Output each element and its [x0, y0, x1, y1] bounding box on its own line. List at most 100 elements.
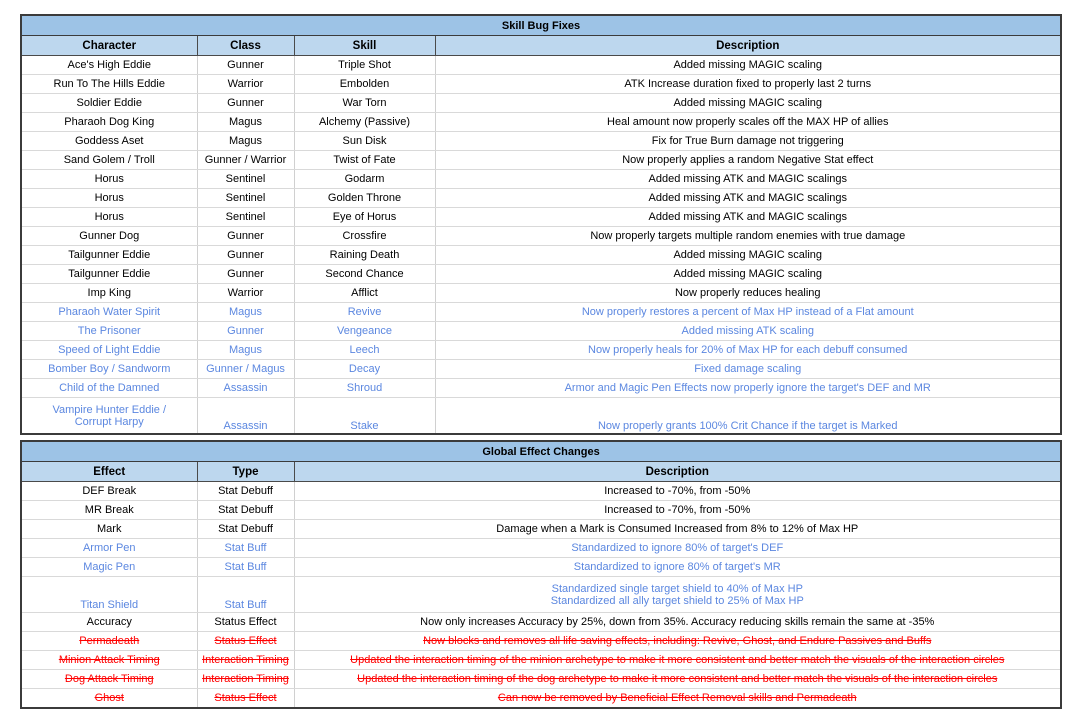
column-header-character[interactable]: Character	[22, 35, 198, 56]
cell-type[interactable]: Stat Buff	[196, 538, 295, 558]
cell-skill[interactable]: Embolden	[293, 74, 436, 94]
cell-description[interactable]: Standardized to ignore 80% of target's D…	[293, 538, 1061, 558]
cell-description[interactable]: Now properly applies a random Negative S…	[434, 150, 1060, 170]
cell-character[interactable]: The Prisoner	[22, 321, 198, 341]
cell-skill[interactable]: Eye of Horus	[293, 207, 436, 227]
cell-class[interactable]: Magus	[196, 340, 295, 360]
column-header-effect[interactable]: Effect	[22, 461, 198, 482]
cell-class[interactable]: Gunner / Magus	[196, 359, 295, 379]
cell-class[interactable]: Gunner / Warrior	[196, 150, 295, 170]
cell-description[interactable]: Now properly reduces healing	[434, 283, 1060, 303]
cell-description[interactable]: Now properly grants 100% Crit Chance if …	[434, 397, 1060, 433]
cell-character[interactable]: Horus	[22, 169, 198, 189]
cell-type[interactable]: Status Effect	[196, 688, 295, 707]
cell-class[interactable]: Gunner	[196, 264, 295, 284]
cell-skill[interactable]: War Torn	[293, 93, 436, 113]
cell-class[interactable]: Sentinel	[196, 169, 295, 189]
cell-character[interactable]: Ace's High Eddie	[22, 55, 198, 75]
cell-description[interactable]: Added missing MAGIC scaling	[434, 93, 1060, 113]
cell-description[interactable]: Added missing MAGIC scaling	[434, 245, 1060, 265]
cell-skill[interactable]: Afflict	[293, 283, 436, 303]
cell-character[interactable]: Bomber Boy / Sandworm	[22, 359, 198, 379]
cell-effect[interactable]: Accuracy	[22, 612, 198, 632]
cell-description[interactable]: Can now be removed by Beneficial Effect …	[293, 688, 1061, 707]
cell-description[interactable]: Now only increases Accuracy by 25%, down…	[293, 612, 1061, 632]
column-header-type[interactable]: Type	[196, 461, 295, 482]
cell-class[interactable]: Gunner	[196, 321, 295, 341]
cell-skill[interactable]: Raining Death	[293, 245, 436, 265]
cell-class[interactable]: Sentinel	[196, 207, 295, 227]
cell-class[interactable]: Warrior	[196, 74, 295, 94]
cell-skill[interactable]: Triple Shot	[293, 55, 436, 75]
cell-skill[interactable]: Leech	[293, 340, 436, 360]
cell-class[interactable]: Magus	[196, 302, 295, 322]
cell-description[interactable]: Now properly heals for 20% of Max HP for…	[434, 340, 1060, 360]
cell-character[interactable]: Sand Golem / Troll	[22, 150, 198, 170]
cell-type[interactable]: Status Effect	[196, 631, 295, 651]
cell-description[interactable]: Added missing ATK and MAGIC scalings	[434, 188, 1060, 208]
cell-character[interactable]: Vampire Hunter Eddie / Corrupt Harpy	[22, 397, 198, 433]
cell-description[interactable]: Increased to -70%, from -50%	[293, 481, 1061, 501]
cell-character[interactable]: Speed of Light Eddie	[22, 340, 198, 360]
column-header-description[interactable]: Description	[293, 461, 1061, 482]
cell-character[interactable]: Horus	[22, 188, 198, 208]
cell-effect[interactable]: Permadeath	[22, 631, 198, 651]
cell-type[interactable]: Stat Debuff	[196, 500, 295, 520]
cell-class[interactable]: Gunner	[196, 245, 295, 265]
cell-description[interactable]: Updated the interaction timing of the mi…	[293, 650, 1061, 670]
cell-type[interactable]: Stat Buff	[196, 557, 295, 577]
cell-effect[interactable]: Armor Pen	[22, 538, 198, 558]
cell-type[interactable]: Stat Buff	[196, 576, 295, 613]
cell-effect[interactable]: MR Break	[22, 500, 198, 520]
cell-effect[interactable]: Titan Shield	[22, 576, 198, 613]
cell-description[interactable]: Increased to -70%, from -50%	[293, 500, 1061, 520]
cell-class[interactable]: Assassin	[196, 378, 295, 398]
cell-description[interactable]: Fix for True Burn damage not triggering	[434, 131, 1060, 151]
cell-character[interactable]: Gunner Dog	[22, 226, 198, 246]
cell-skill[interactable]: Twist of Fate	[293, 150, 436, 170]
cell-character[interactable]: Pharaoh Dog King	[22, 112, 198, 132]
cell-description[interactable]: ATK Increase duration fixed to properly …	[434, 74, 1060, 94]
cell-class[interactable]: Warrior	[196, 283, 295, 303]
cell-skill[interactable]: Stake	[293, 397, 436, 433]
cell-description[interactable]: Damage when a Mark is Consumed Increased…	[293, 519, 1061, 539]
cell-effect[interactable]: Dog Attack Timing	[22, 669, 198, 689]
cell-effect[interactable]: Mark	[22, 519, 198, 539]
cell-description[interactable]: Armor and Magic Pen Effects now properly…	[434, 378, 1060, 398]
cell-character[interactable]: Horus	[22, 207, 198, 227]
cell-character[interactable]: Soldier Eddie	[22, 93, 198, 113]
cell-description[interactable]: Added missing MAGIC scaling	[434, 55, 1060, 75]
cell-skill[interactable]: Second Chance	[293, 264, 436, 284]
cell-character[interactable]: Goddess Aset	[22, 131, 198, 151]
cell-type[interactable]: Stat Debuff	[196, 519, 295, 539]
cell-description[interactable]: Added missing ATK and MAGIC scalings	[434, 169, 1060, 189]
cell-description[interactable]: Standardized to ignore 80% of target's M…	[293, 557, 1061, 577]
cell-type[interactable]: Stat Debuff	[196, 481, 295, 501]
cell-description[interactable]: Now properly restores a percent of Max H…	[434, 302, 1060, 322]
cell-character[interactable]: Imp King	[22, 283, 198, 303]
cell-class[interactable]: Gunner	[196, 55, 295, 75]
cell-effect[interactable]: DEF Break	[22, 481, 198, 501]
cell-description[interactable]: Heal amount now properly scales off the …	[434, 112, 1060, 132]
cell-character[interactable]: Tailgunner Eddie	[22, 245, 198, 265]
cell-skill[interactable]: Crossfire	[293, 226, 436, 246]
cell-skill[interactable]: Vengeance	[293, 321, 436, 341]
cell-class[interactable]: Magus	[196, 112, 295, 132]
cell-type[interactable]: Interaction Timing	[196, 669, 295, 689]
cell-description[interactable]: Now blocks and removes all life saving e…	[293, 631, 1061, 651]
cell-character[interactable]: Child of the Damned	[22, 378, 198, 398]
cell-class[interactable]: Assassin	[196, 397, 295, 433]
cell-class[interactable]: Magus	[196, 131, 295, 151]
cell-skill[interactable]: Shroud	[293, 378, 436, 398]
cell-skill[interactable]: Godarm	[293, 169, 436, 189]
cell-class[interactable]: Gunner	[196, 93, 295, 113]
column-header-skill[interactable]: Skill	[293, 35, 436, 56]
cell-skill[interactable]: Revive	[293, 302, 436, 322]
cell-description[interactable]: Added missing ATK and MAGIC scalings	[434, 207, 1060, 227]
cell-class[interactable]: Sentinel	[196, 188, 295, 208]
cell-character[interactable]: Pharaoh Water Spirit	[22, 302, 198, 322]
cell-effect[interactable]: Minion Attack Timing	[22, 650, 198, 670]
cell-type[interactable]: Interaction Timing	[196, 650, 295, 670]
cell-skill[interactable]: Decay	[293, 359, 436, 379]
cell-description[interactable]: Now properly targets multiple random ene…	[434, 226, 1060, 246]
